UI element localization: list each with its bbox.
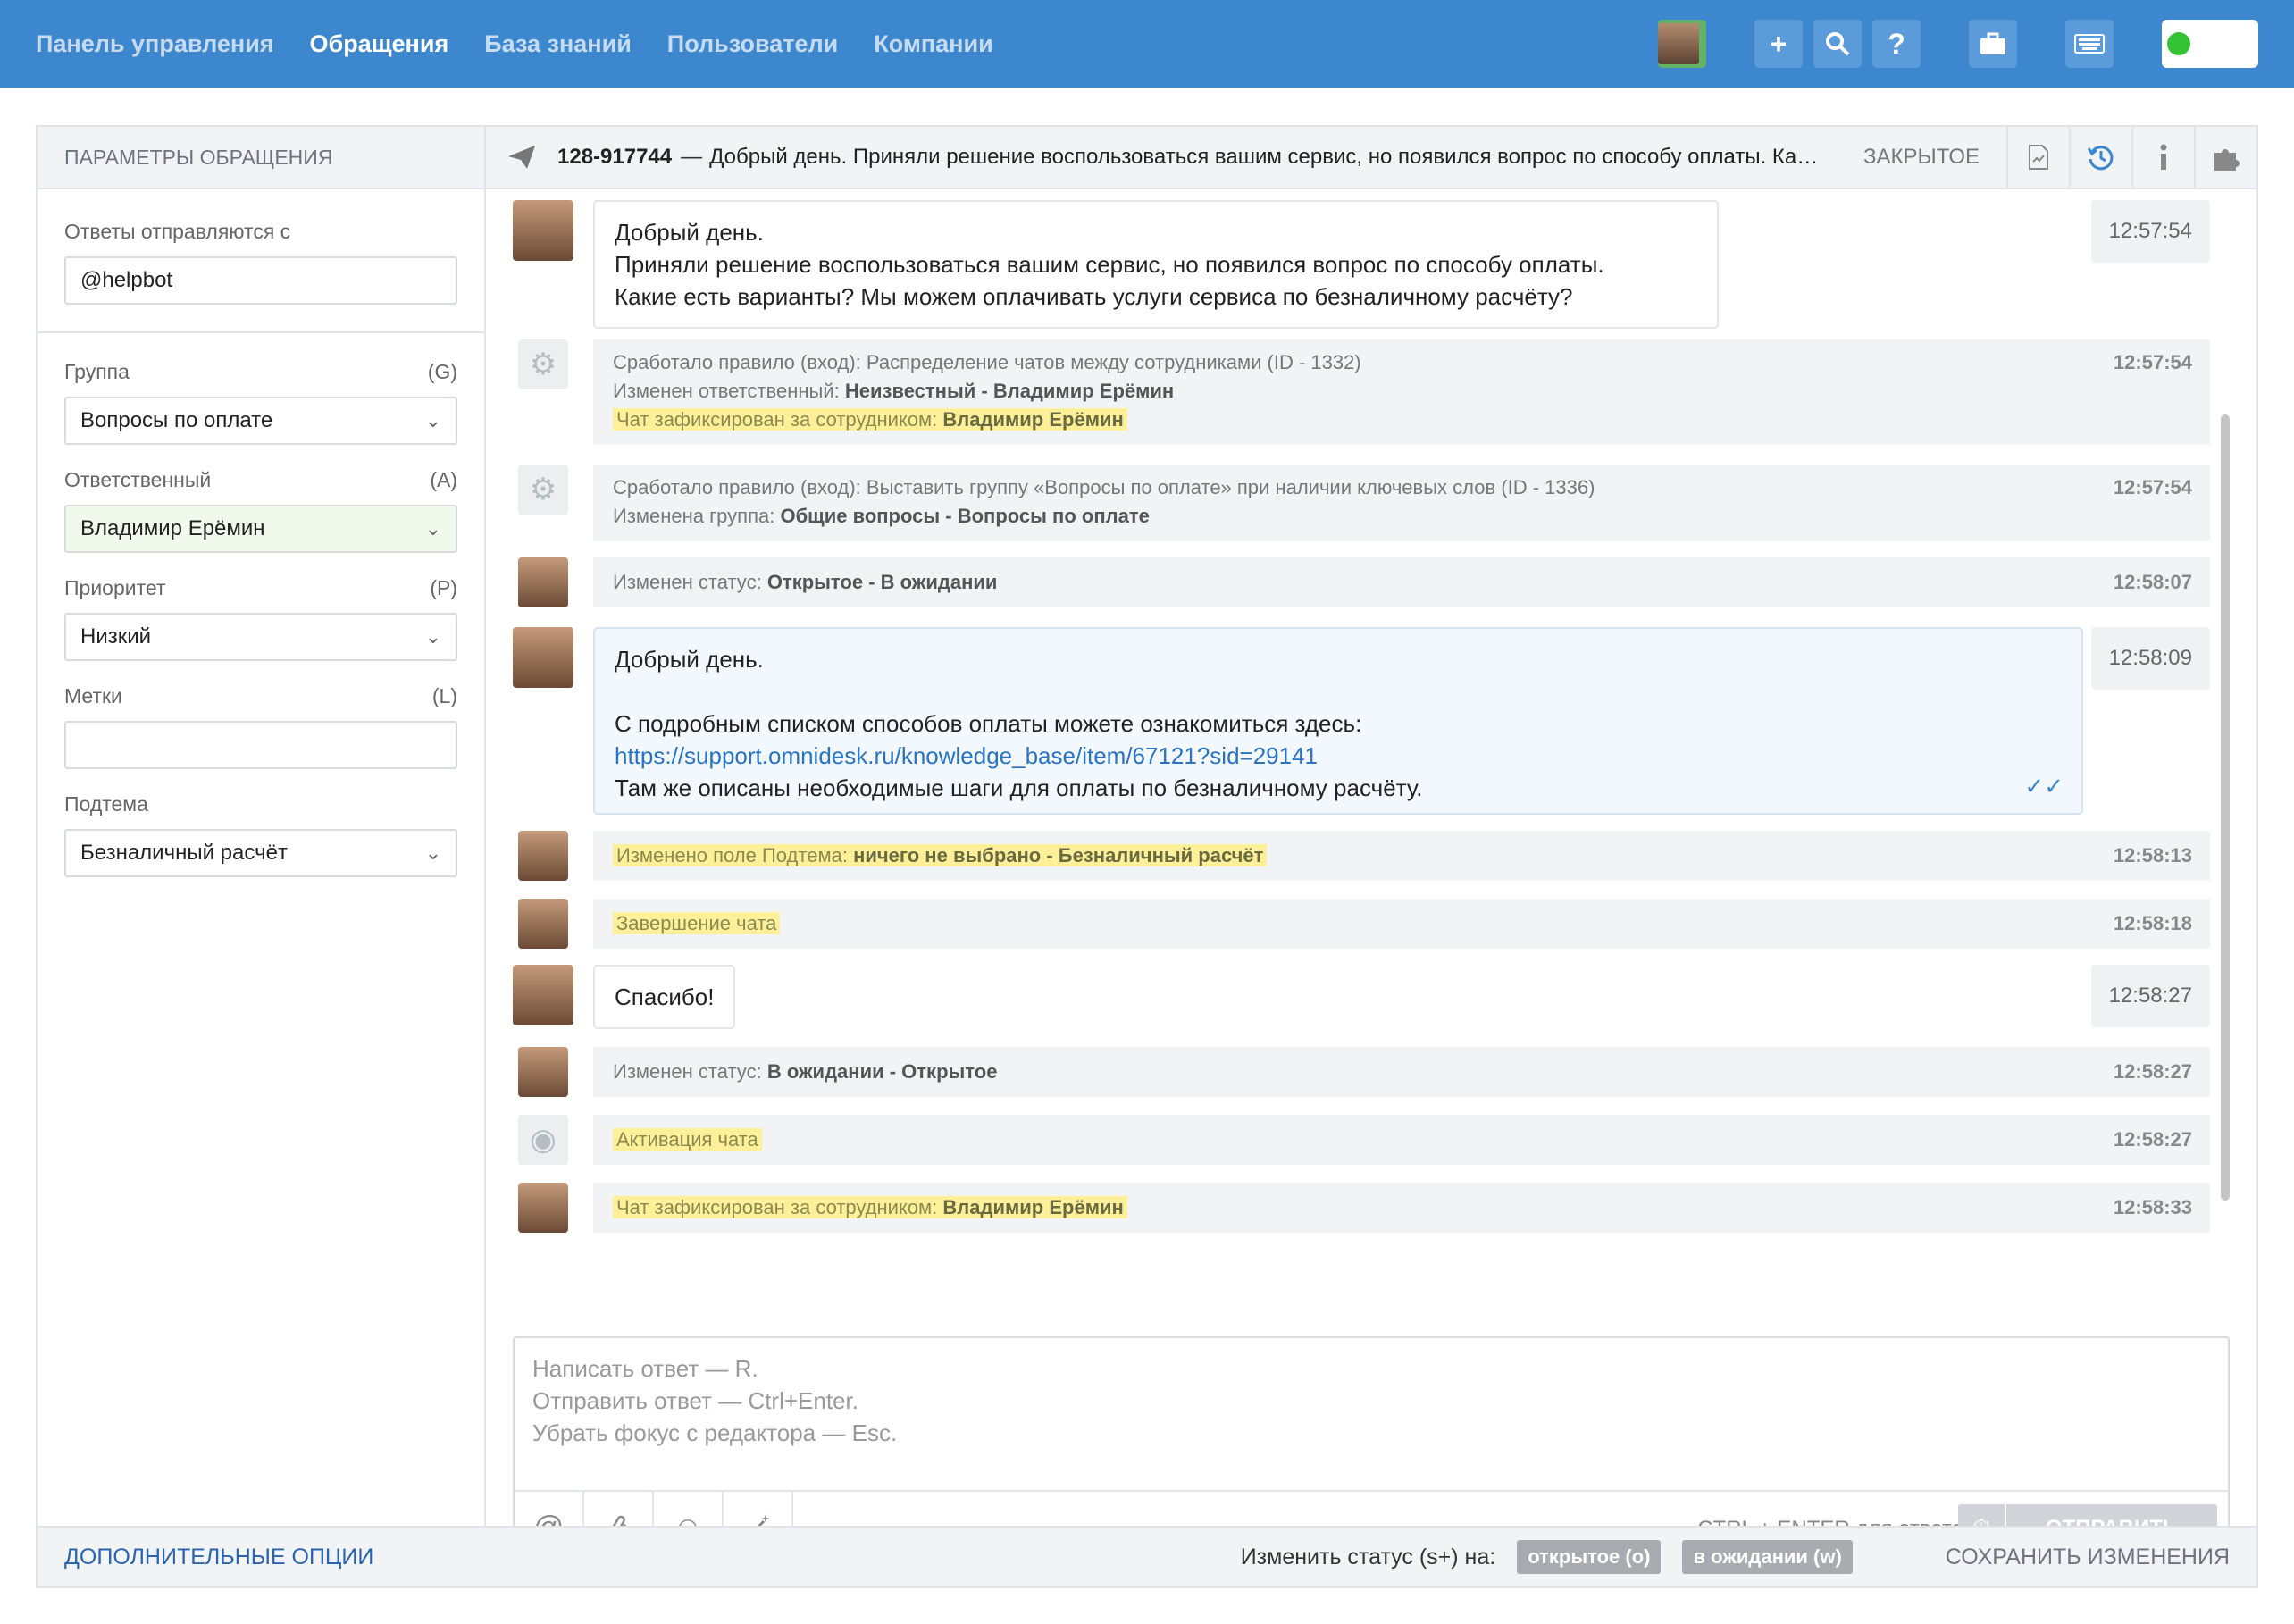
knowledge-base-link[interactable]: https://support.omnidesk.ru/knowledge_ba… bbox=[615, 740, 2062, 772]
assignee-label: Ответственный bbox=[64, 468, 212, 491]
chevron-down-icon: ⌄ bbox=[424, 841, 441, 864]
chevron-down-icon: ⌄ bbox=[424, 517, 441, 540]
event-time: 12:58:18 bbox=[2113, 912, 2192, 934]
conversation-panel: 128-917744 — Добрый день. Приняли решени… bbox=[486, 127, 2256, 1565]
agent-avatar bbox=[518, 1183, 568, 1233]
tags-label: Метки bbox=[64, 684, 122, 707]
event-time: 12:58:27 bbox=[2113, 1128, 2192, 1151]
subtopic-label: Подтема bbox=[64, 792, 148, 816]
history-icon[interactable] bbox=[2069, 127, 2131, 188]
priority-label: Приоритет bbox=[64, 576, 166, 599]
group-select[interactable]: Вопросы по оплате ⌄ bbox=[64, 397, 457, 445]
agent-avatar bbox=[518, 831, 568, 881]
title-dash: — bbox=[681, 145, 703, 169]
send-plane-icon bbox=[486, 145, 557, 170]
event-field-change: Изменено поле Подтема: ничего не выбрано… bbox=[513, 831, 2210, 881]
online-status-icon bbox=[2167, 32, 2190, 55]
priority-hotkey: (P) bbox=[430, 576, 457, 599]
user-menu[interactable] bbox=[1658, 20, 2258, 68]
nav-tickets[interactable]: Обращения bbox=[310, 30, 449, 58]
reply-from-label: Ответы отправляются с bbox=[64, 220, 291, 243]
ticket-footer: ДОПОЛНИТЕЛЬНЫЕ ОПЦИИ Изменить статус (s+… bbox=[38, 1526, 2256, 1586]
event-time: 12:58:27 bbox=[2113, 1060, 2192, 1083]
toolbar-icons: @ + ? bbox=[1658, 20, 2258, 68]
event-time: 12:58:13 bbox=[2113, 844, 2192, 866]
more-options-link[interactable]: ДОПОЛНИТЕЛЬНЫЕ ОПЦИИ bbox=[64, 1544, 373, 1570]
conversation-header: 128-917744 — Добрый день. Приняли решени… bbox=[486, 127, 2256, 189]
chevron-down-icon: ⌄ bbox=[424, 625, 441, 648]
group-label: Группа bbox=[64, 360, 130, 383]
event-chat-assigned: Чат зафиксирован за сотрудником: Владими… bbox=[513, 1183, 2210, 1233]
group-hotkey: (G) bbox=[427, 360, 457, 383]
document-icon[interactable] bbox=[2006, 127, 2069, 188]
ticket-frame: ПАРАМЕТРЫ ОБРАЩЕНИЯ Ответы отправляются … bbox=[36, 125, 2258, 1588]
event-time: 12:57:54 bbox=[2113, 476, 2192, 498]
top-bar: Панель управления Обращения База знаний … bbox=[0, 0, 2294, 88]
event-rule: ⚙ Сработало правило (вход): Распределени… bbox=[513, 339, 2210, 445]
chevron-down-icon: ⌄ bbox=[424, 409, 441, 431]
message-time: 12:57:54 bbox=[2090, 200, 2210, 263]
save-changes-button[interactable]: СОХРАНИТЬ ИЗМЕНЕНИЯ bbox=[1946, 1544, 2230, 1570]
nav-knowledge-base[interactable]: База знаний bbox=[484, 30, 632, 58]
params-header: ПАРАМЕТРЫ ОБРАЩЕНИЯ bbox=[38, 127, 484, 189]
message-bubble: Добрый день. С подробным списком способо… bbox=[593, 627, 2083, 815]
ticket-status[interactable]: ЗАКРЫТОЕ bbox=[1863, 145, 1980, 170]
search-icon[interactable] bbox=[1813, 20, 1862, 68]
main-nav: Панель управления Обращения База знаний … bbox=[36, 0, 993, 88]
system-icon: ◉ bbox=[518, 1115, 568, 1165]
agent-avatar bbox=[518, 557, 568, 607]
message-time: 12:58:09 bbox=[2090, 627, 2210, 690]
event-chat-activation: ◉ Активация чата 12:58:27 bbox=[513, 1115, 2210, 1165]
client-avatar bbox=[518, 1047, 568, 1097]
gear-icon: ⚙ bbox=[518, 465, 568, 515]
reply-editor[interactable]: Написать ответ — R. Отправить ответ — Ct… bbox=[515, 1338, 2228, 1492]
nav-users[interactable]: Пользователи bbox=[667, 30, 838, 58]
briefcase-icon[interactable] bbox=[1969, 20, 2017, 68]
ticket-params-panel: ПАРАМЕТРЫ ОБРАЩЕНИЯ Ответы отправляются … bbox=[38, 127, 486, 1526]
message-client: Спасибо! 12:58:27 bbox=[513, 965, 2210, 1029]
event-time: 12:58:07 bbox=[2113, 571, 2192, 593]
plus-icon[interactable]: + bbox=[1754, 20, 1803, 68]
client-avatar bbox=[513, 965, 574, 1025]
message-bubble: Спасибо! bbox=[593, 965, 736, 1029]
event-status: Изменен статус: В ожидании - Открытое 12… bbox=[513, 1047, 2210, 1097]
event-chat-end: Завершение чата 12:58:18 bbox=[513, 899, 2210, 949]
puzzle-icon[interactable] bbox=[2194, 127, 2256, 188]
event-time: 12:58:33 bbox=[2113, 1196, 2192, 1218]
message-scrollbar[interactable] bbox=[2221, 414, 2230, 1201]
ticket-subject: Добрый день. Приняли решение воспользова… bbox=[709, 145, 1827, 169]
message-time: 12:58:27 bbox=[2090, 965, 2210, 1027]
tags-hotkey: (L) bbox=[431, 684, 457, 707]
client-avatar bbox=[513, 200, 574, 261]
nav-companies[interactable]: Компании bbox=[874, 30, 992, 58]
priority-select[interactable]: Низкий ⌄ bbox=[64, 613, 457, 661]
message-client: Добрый день. Приняли решение воспользова… bbox=[513, 200, 2210, 329]
nav-dashboard[interactable]: Панель управления bbox=[36, 30, 274, 58]
change-status-label: Изменить статус (s+) на: bbox=[1240, 1544, 1496, 1570]
subtopic-select[interactable]: Безналичный расчёт ⌄ bbox=[64, 829, 457, 877]
event-status: Изменен статус: Открытое - В ожидании 12… bbox=[513, 557, 2210, 607]
help-icon[interactable]: ? bbox=[1872, 20, 1921, 68]
gear-icon: ⚙ bbox=[518, 339, 568, 389]
message-bubble: Добрый день. Приняли решение воспользова… bbox=[593, 200, 1719, 329]
status-open-button[interactable]: открытое (o) bbox=[1517, 1540, 1662, 1574]
reply-from-field[interactable]: @helpbot bbox=[64, 256, 457, 305]
divider bbox=[38, 331, 484, 333]
message-agent: Добрый день. С подробным списком способо… bbox=[513, 627, 2210, 815]
event-rule: ⚙ Сработало правило (вход): Выставить гр… bbox=[513, 465, 2210, 541]
ticket-id: 128-917744 bbox=[557, 145, 673, 169]
agent-avatar bbox=[518, 899, 568, 949]
double-check-icon: ✓✓ bbox=[2024, 773, 2064, 799]
keyboard-icon[interactable] bbox=[2065, 20, 2114, 68]
info-icon[interactable] bbox=[2131, 127, 2194, 188]
status-waiting-button[interactable]: в ожидании (w) bbox=[1682, 1540, 1853, 1574]
tags-input[interactable] bbox=[64, 721, 457, 769]
message-list: Добрый день. Приняли решение воспользова… bbox=[486, 191, 2237, 1370]
avatar bbox=[1658, 23, 1699, 64]
agent-avatar bbox=[513, 627, 574, 688]
assignee-select[interactable]: Владимир Ерёмин ⌄ bbox=[64, 505, 457, 553]
event-time: 12:57:54 bbox=[2113, 351, 2192, 373]
assignee-hotkey: (A) bbox=[430, 468, 457, 491]
